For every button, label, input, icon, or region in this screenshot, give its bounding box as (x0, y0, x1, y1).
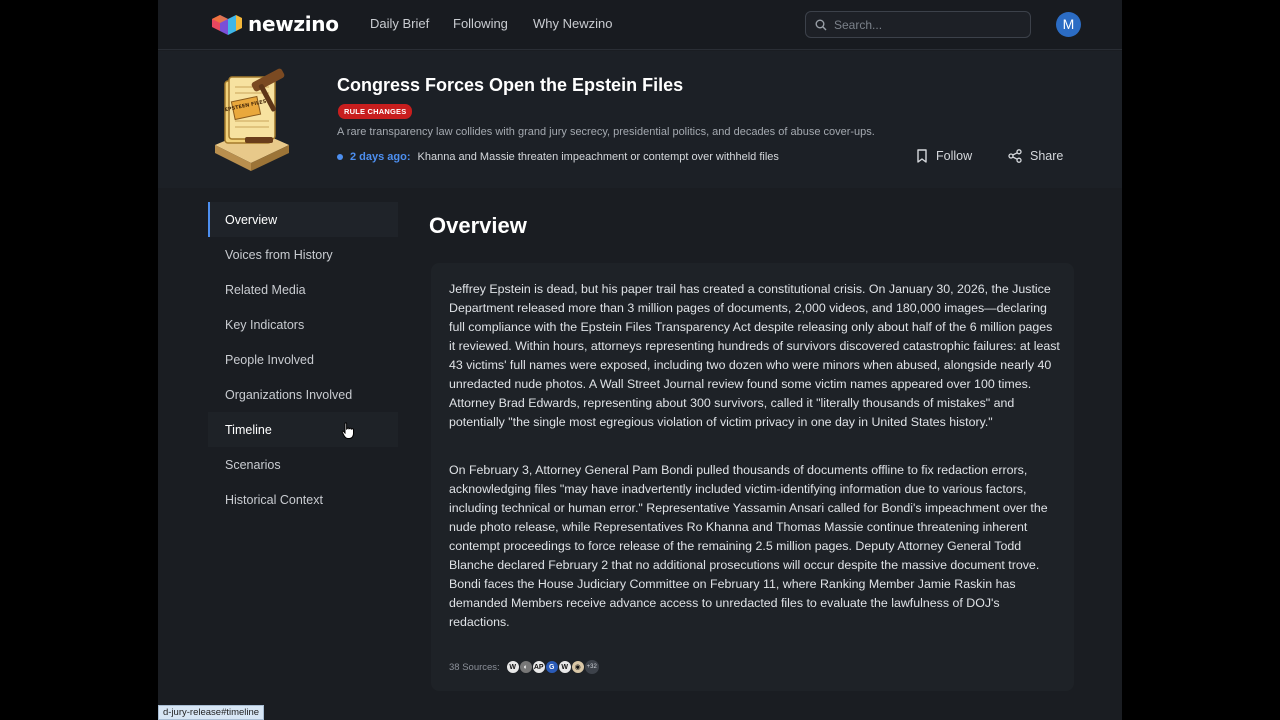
overview-card: Jeffrey Epstein is dead, but his paper t… (431, 263, 1074, 691)
follow-label: Follow (936, 149, 973, 163)
sidebar-item-scenarios[interactable]: Scenarios (208, 447, 398, 482)
sidebar-item-key-indicators[interactable]: Key Indicators (208, 307, 398, 342)
top-nav: newzino Daily Brief Following Why Newzin… (158, 0, 1122, 50)
section-title: Overview (429, 213, 527, 238)
app-window: newzino Daily Brief Following Why Newzin… (158, 0, 1122, 720)
sidebar-item-people-involved[interactable]: People Involved (208, 342, 398, 377)
source-logo-icon: ◉ (570, 660, 585, 674)
category-badge: RULE CHANGES (338, 104, 413, 119)
sidebar-item-voices-from-history[interactable]: Voices from History (208, 237, 398, 272)
source-logo-icon: AP (531, 660, 546, 674)
overview-paragraph: On February 3, Attorney General Pam Bond… (449, 463, 1048, 629)
story-title: Congress Forces Open the Epstein Files (337, 75, 684, 95)
newzino-logo-icon (212, 15, 242, 35)
nav-following[interactable]: Following (453, 16, 508, 31)
story-header: EPSTEEN FILES Congress Forces Open the E… (158, 51, 1122, 188)
source-logo-icon: G (544, 660, 559, 674)
sources-label: 38 Sources: (449, 661, 500, 673)
nav-why-newzino[interactable]: Why Newzino (533, 16, 612, 31)
user-avatar[interactable]: M (1056, 12, 1081, 37)
sidebar-item-timeline[interactable]: Timeline (208, 412, 398, 447)
search-box[interactable] (805, 11, 1031, 38)
overview-paragraph: Jeffrey Epstein is dead, but his paper t… (449, 282, 1060, 429)
update-dot-icon (337, 154, 343, 160)
share-label: Share (1030, 149, 1064, 163)
search-input[interactable] (834, 17, 1014, 32)
sidebar-item-related-media[interactable]: Related Media (208, 272, 398, 307)
sidebar-item-overview[interactable]: Overview (208, 202, 398, 237)
source-logo-icon: W (557, 660, 572, 674)
section-nav: Overview Voices from History Related Med… (208, 202, 398, 517)
logo[interactable]: newzino (210, 11, 339, 37)
source-icons: W ◐ AP G W ◉ +32 (505, 660, 599, 674)
story-subtitle: A rare transparency law collides with gr… (337, 126, 875, 138)
share-icon (1008, 149, 1022, 163)
status-bar-url: d-jury-release#timeline (158, 705, 265, 720)
hand-pointer-cursor-icon (341, 422, 354, 439)
bookmark-icon (917, 149, 927, 163)
source-logo-icon: ◐ (518, 660, 533, 674)
sidebar-item-historical-context[interactable]: Historical Context (208, 482, 398, 517)
update-text: Khanna and Massie threaten impeachment o… (417, 151, 779, 163)
share-button[interactable]: Share (1008, 149, 1063, 163)
sidebar-item-organizations-involved[interactable]: Organizations Involved (208, 377, 398, 412)
more-sources-count: +32 (584, 660, 599, 674)
follow-button[interactable]: Follow (916, 149, 972, 163)
sources-row[interactable]: 38 Sources: W ◐ AP G W ◉ +32 (449, 660, 599, 674)
latest-update[interactable]: 2 days ago: Khanna and Massie threaten i… (337, 151, 779, 163)
update-time: 2 days ago: (350, 151, 411, 163)
search-icon (815, 19, 827, 30)
nav-daily-brief[interactable]: Daily Brief (370, 16, 429, 31)
epstein-files-illustration: EPSTEEN FILES (215, 68, 289, 171)
brand-name: newzino (248, 12, 339, 36)
source-logo-icon: W (505, 660, 520, 674)
